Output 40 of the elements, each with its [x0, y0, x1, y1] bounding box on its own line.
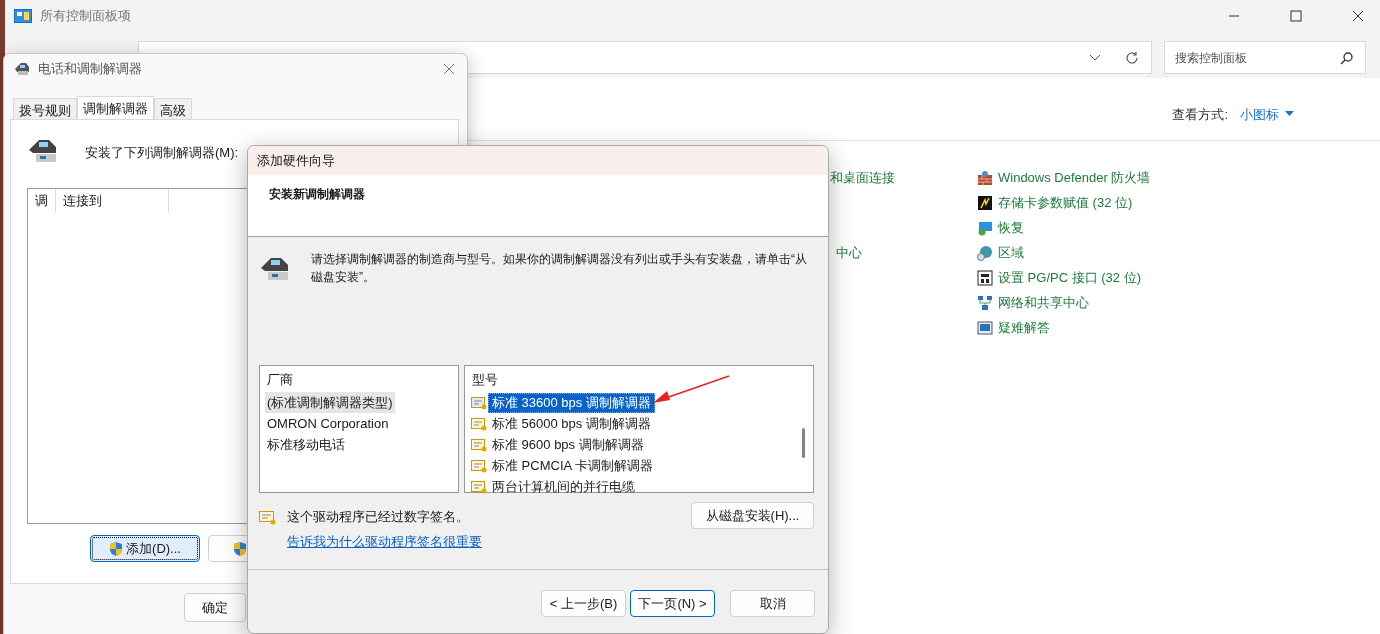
tab[interactable]: 拨号规则 [13, 98, 77, 119]
model-list[interactable]: 型号 标准 33600 bps 调制解调器 标准 56000 bps 调制解调器 标准 9600 bps 调制解调器 标准 PCMCIA 卡调制解调器 两台计算机间的并行电缆 [464, 365, 814, 493]
control-panel-item[interactable]: 存储卡参数赋值 (32 位) [998, 194, 1133, 212]
wizard-button[interactable]: 下一页(N) > [630, 590, 715, 617]
wizard-title: 添加硬件向导 [257, 151, 335, 170]
add-button[interactable]: 添加(D)... [90, 535, 200, 562]
control-panel-item[interactable]: 区域 [998, 244, 1024, 262]
wizard-heading: 安装新调制解调器 [269, 187, 365, 201]
list-label: 安装了下列调制解调器(M): [85, 144, 239, 162]
list-item[interactable]: (标准调制解调器类型) [265, 392, 395, 413]
list-item[interactable]: 标准 56000 bps 调制解调器 [488, 413, 655, 434]
manufacturer-list[interactable]: 厂商 (标准调制解调器类型) OMRON Corporation 标准移动电话 [259, 365, 459, 493]
list-header: 厂商 [267, 371, 293, 389]
view-by-label: 查看方式: [1172, 106, 1228, 124]
search-field[interactable]: 搜索控制面板 [1164, 41, 1366, 74]
column-header[interactable]: 调 [28, 189, 56, 213]
control-panel-item[interactable]: Windows Defender 防火墙 [998, 169, 1151, 187]
list-item[interactable]: 标准 33600 bps 调制解调器 [488, 392, 655, 413]
wizard-button[interactable]: < 上一步(B) [541, 590, 626, 617]
help-link[interactable]: 告诉我为什么驱动程序签名很重要 [287, 534, 691, 551]
wizard-button[interactable]: 取消 [730, 590, 815, 617]
view-by-dropdown[interactable]: 小图标 [1240, 106, 1294, 140]
column-header[interactable]: 连接到 [56, 189, 169, 213]
tab[interactable]: 高级 [154, 98, 192, 119]
control-panel-item[interactable]: 疑难解答 [998, 319, 1050, 337]
list-item[interactable]: 标准 9600 bps 调制解调器 [488, 434, 648, 455]
control-panel-item[interactable]: 和桌面连接 [830, 169, 895, 187]
have-disk-button[interactable]: 从磁盘安装(H)... [691, 502, 814, 529]
control-panel-item[interactable]: 网络和共享中心 [998, 294, 1089, 312]
window-title: 所有控制面板项 [40, 7, 131, 25]
list-item[interactable]: 标准 PCMCIA 卡调制解调器 [488, 455, 658, 476]
control-panel-item[interactable]: 中心 [836, 244, 862, 262]
ok-button[interactable]: 确定 [184, 593, 246, 622]
control-panel-item[interactable]: 设置 PG/PC 接口 (32 位) [998, 269, 1142, 287]
list-item[interactable]: OMRON Corporation [265, 413, 391, 434]
control-panel-item[interactable]: 恢复 [998, 219, 1024, 237]
list-item[interactable]: 标准移动电话 [265, 434, 347, 455]
list-header: 型号 [472, 371, 498, 389]
tab[interactable]: 调制解调器 [77, 96, 154, 119]
dialog-title: 电话和调制解调器 [38, 60, 142, 78]
